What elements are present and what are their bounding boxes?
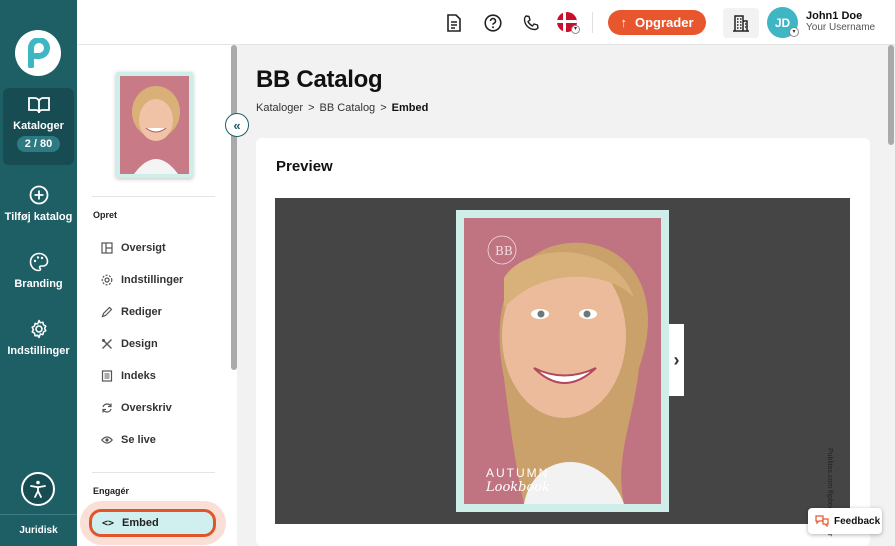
nav-item-settings[interactable]: Indstillinger xyxy=(101,270,183,290)
cover-portrait-image xyxy=(120,76,189,174)
breadcrumb-catalog[interactable]: BB Catalog xyxy=(320,102,376,114)
catalog-count-badge: 2 / 80 xyxy=(16,136,61,152)
catalog-thumbnail[interactable] xyxy=(116,72,193,178)
catalog-panel: Opret Oversigt Indstillinger Rediger Des… xyxy=(77,45,237,546)
chevron-right-icon: › xyxy=(673,349,680,370)
arrow-up-icon: ↑ xyxy=(620,15,627,30)
building-icon xyxy=(733,15,749,32)
breadcrumb-separator: > xyxy=(308,102,315,114)
rail-item-catalogs[interactable]: Kataloger 2 / 80 xyxy=(3,88,74,165)
rail-label-catalogs: Kataloger xyxy=(13,120,64,132)
gear-icon xyxy=(101,274,113,286)
nav-label-edit: Rediger xyxy=(121,306,162,318)
breadcrumb-current: Embed xyxy=(391,102,429,114)
user-menu-chevron-icon: ▾ xyxy=(789,27,799,37)
language-chevron-icon: ▾ xyxy=(571,25,580,34)
refresh-icon xyxy=(101,402,113,414)
design-tools-icon xyxy=(101,338,113,350)
nav-label-embed: Embed xyxy=(122,517,159,529)
phone-icon[interactable] xyxy=(520,12,542,34)
section-label-create: Opret xyxy=(93,210,118,220)
top-bar: ▾ ↑ Opgrader JD ▾ John1 Doe Your Usernam… xyxy=(77,0,895,45)
main-sidebar: Kataloger 2 / 80 Tilføj katalog Branding… xyxy=(0,0,77,546)
rail-label-settings: Indstillinger xyxy=(7,345,70,357)
rail-item-branding[interactable]: Branding xyxy=(0,252,77,290)
plus-circle-icon xyxy=(29,185,48,205)
nav-label-index: Indeks xyxy=(121,370,156,382)
collapse-panel-button[interactable]: « xyxy=(225,113,249,137)
document-icon[interactable] xyxy=(443,12,465,34)
breadcrumb-separator: > xyxy=(380,102,387,114)
accessibility-icon xyxy=(30,480,46,498)
cover-title-lookbook: Lookbook xyxy=(486,480,551,495)
main-scrollbar[interactable] xyxy=(888,45,894,145)
feedback-icon xyxy=(815,515,829,527)
feedback-label: Feedback xyxy=(834,515,881,527)
eye-icon xyxy=(101,434,113,446)
nav-item-edit[interactable]: Rediger xyxy=(101,302,162,322)
panel-divider xyxy=(92,472,215,473)
feedback-button[interactable]: Feedback xyxy=(808,508,882,534)
upgrade-label: Opgrader xyxy=(634,15,694,30)
cover-portrait-image: BB xyxy=(464,218,661,504)
nav-item-index[interactable]: Indeks xyxy=(101,366,156,386)
upgrade-button[interactable]: ↑ Opgrader xyxy=(608,10,706,35)
rail-divider xyxy=(0,514,77,515)
nav-label-settings: Indstillinger xyxy=(121,274,184,286)
code-icon: <> xyxy=(102,517,115,529)
nav-label-design: Design xyxy=(121,338,158,350)
next-page-button[interactable]: › xyxy=(669,324,684,396)
rail-item-settings[interactable]: Indstillinger xyxy=(0,319,77,357)
legal-link[interactable]: Juridisk xyxy=(0,525,77,536)
nav-item-embed[interactable]: <> Embed xyxy=(89,509,216,537)
nav-item-design[interactable]: Design xyxy=(101,334,158,354)
section-label-engage: Engagér xyxy=(93,486,130,496)
pencil-icon xyxy=(101,306,113,318)
double-chevron-left-icon: « xyxy=(233,117,241,133)
panel-divider xyxy=(92,196,215,197)
nav-label-view-live: Se live xyxy=(121,434,156,446)
nav-item-view-live[interactable]: Se live xyxy=(101,430,156,450)
nav-label-overview: Oversigt xyxy=(121,242,166,254)
nav-label-overwrite: Overskriv xyxy=(121,402,172,414)
nav-item-overview[interactable]: Oversigt xyxy=(101,238,166,258)
panel-scrollbar[interactable] xyxy=(231,45,237,370)
palette-icon xyxy=(29,252,48,272)
breadcrumb-catalogs[interactable]: Kataloger xyxy=(256,102,303,114)
app-logo[interactable] xyxy=(15,30,61,76)
book-open-icon xyxy=(27,97,50,114)
catalog-cover-page[interactable]: BB AUTUMN Lookbook xyxy=(456,210,669,512)
rail-label-add-catalog: Tilføj katalog xyxy=(4,211,73,223)
logo-mark-icon xyxy=(28,38,50,68)
nav-item-overwrite[interactable]: Overskriv xyxy=(101,398,172,418)
cover-title-autumn: AUTUMN xyxy=(486,466,550,480)
gear-icon xyxy=(30,319,47,339)
layout-icon xyxy=(101,242,113,254)
topbar-separator xyxy=(592,12,593,33)
user-username: Your Username xyxy=(806,22,876,33)
preview-card: Preview BB AUTUMN Lookbook › Publitas.co… xyxy=(256,138,870,546)
rail-item-add-catalog[interactable]: Tilføj katalog xyxy=(0,185,77,223)
breadcrumb: Kataloger > BB Catalog > Embed xyxy=(256,102,428,114)
flipbook-viewer[interactable]: BB AUTUMN Lookbook › Publitas.com flipbo… xyxy=(275,198,850,536)
preview-title: Preview xyxy=(276,158,333,175)
svg-text:BB: BB xyxy=(495,244,513,258)
list-icon xyxy=(101,370,113,382)
page-title: BB Catalog xyxy=(256,66,383,93)
organization-button[interactable] xyxy=(723,8,759,38)
accessibility-button[interactable] xyxy=(21,472,55,506)
help-icon[interactable] xyxy=(482,12,504,34)
rail-label-branding: Branding xyxy=(14,278,63,290)
user-name[interactable]: John1 Doe xyxy=(806,10,862,22)
